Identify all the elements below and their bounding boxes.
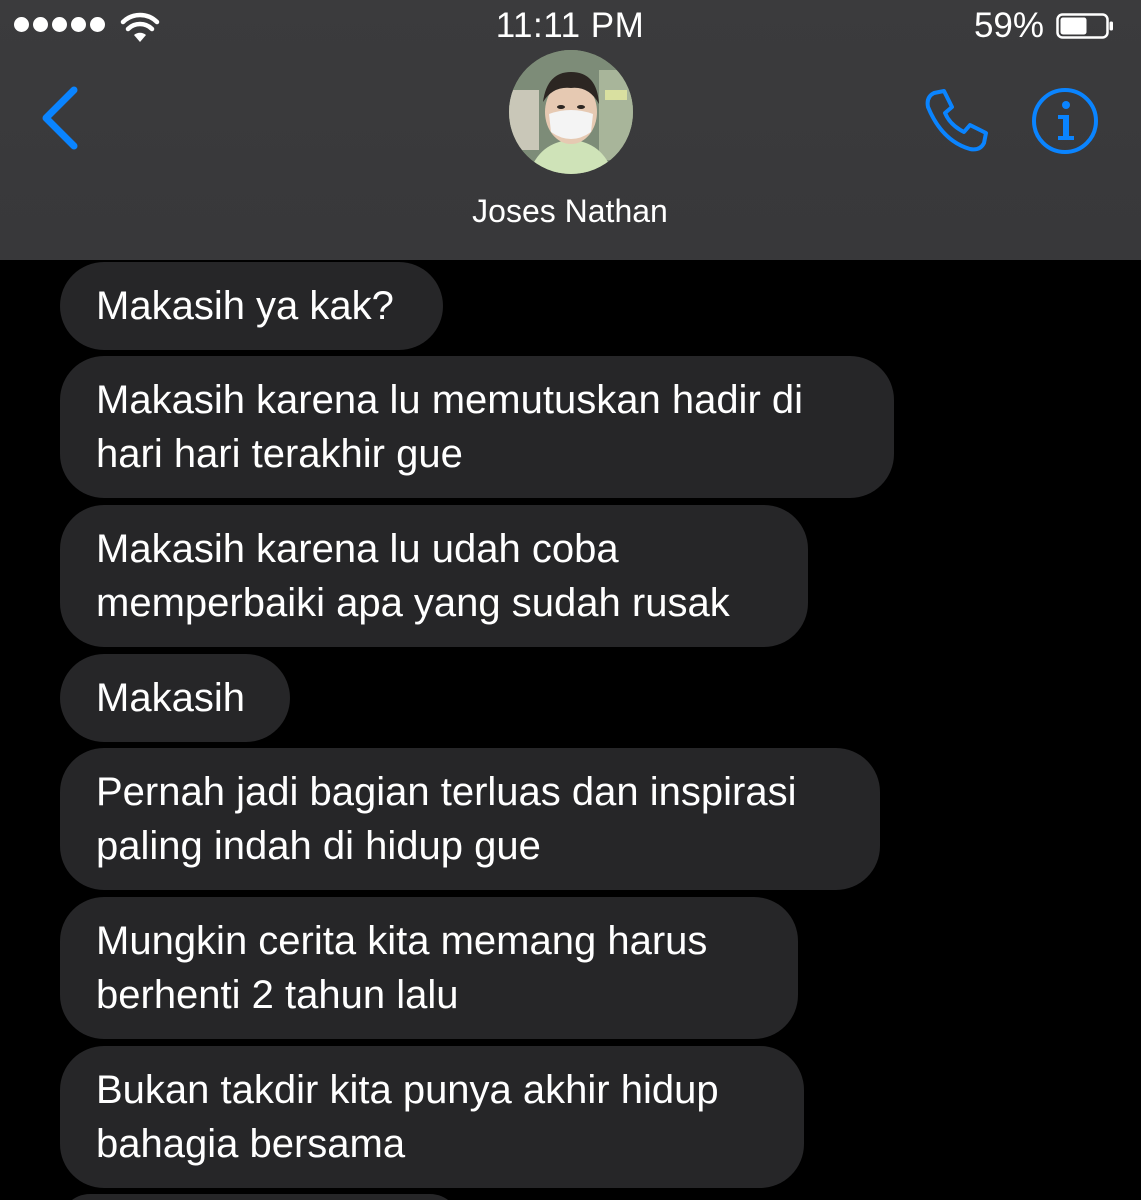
signal-strength-icon [14, 17, 105, 32]
contact-avatar[interactable] [509, 50, 633, 174]
back-chevron-icon[interactable] [30, 78, 90, 158]
avatar-photo [509, 50, 633, 174]
wifi-icon [120, 12, 160, 42]
incoming-message[interactable]: Makasih karena lu udah coba memperbaiki … [60, 505, 808, 647]
incoming-message[interactable]: Makasih karena lu memutuskan hadir di ha… [60, 356, 894, 498]
incoming-message[interactable]: Makasih [60, 654, 290, 742]
incoming-message[interactable]: Bukan takdir kita punya akhir hidup baha… [60, 1046, 804, 1188]
status-time: 11:11 PM [495, 6, 645, 45]
incoming-message[interactable]: Pernah jadi bagian terluas dan inspirasi… [60, 748, 880, 890]
info-icon[interactable] [1030, 86, 1100, 156]
contact-name[interactable]: Joses Nathan [370, 193, 770, 230]
status-bar: 11:11 PM 59% [0, 0, 1141, 52]
battery-icon [1056, 13, 1113, 39]
partial-message[interactable] [60, 1194, 460, 1200]
incoming-message[interactable]: Mungkin cerita kita memang harus berhent… [60, 897, 798, 1039]
phone-icon[interactable] [920, 85, 992, 157]
battery-percent: 59% [973, 6, 1044, 45]
conversation-header: 11:11 PM 59% Joses Nathan [0, 0, 1141, 260]
incoming-message[interactable]: Makasih ya kak? [60, 262, 443, 350]
message-thread[interactable]: Makasih ya kak? Makasih karena lu memutu… [0, 260, 1141, 1200]
